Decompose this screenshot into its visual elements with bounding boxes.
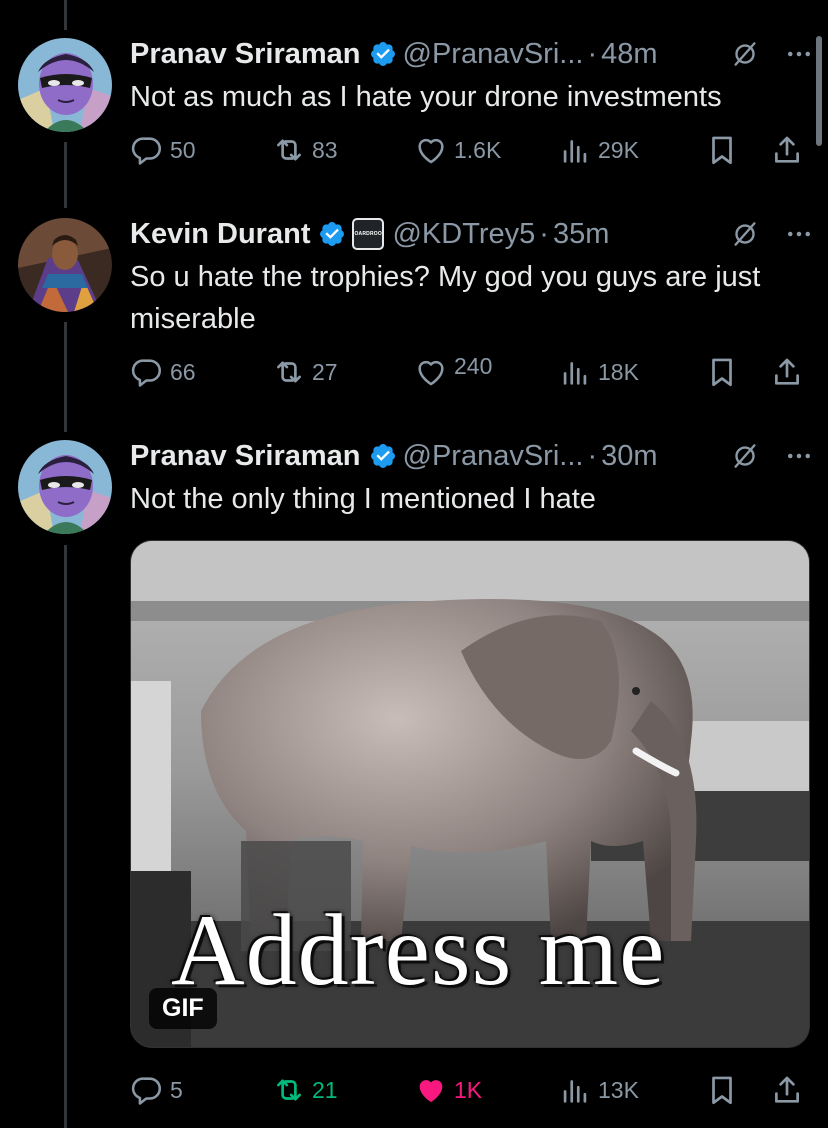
tweet-text: So u hate the trophies? My god you guys … — [130, 261, 761, 335]
reply-button[interactable]: 5 — [130, 1070, 183, 1110]
views-icon — [558, 1073, 592, 1107]
tweet-header: Pranav Sriraman @PranavSri... · 30m — [130, 436, 814, 476]
tweet-header: Pranav Sriraman @PranavSri... · 48m — [130, 34, 814, 74]
more-options-icon[interactable] — [784, 39, 814, 69]
reply-count: 50 — [170, 136, 196, 163]
reply-icon — [130, 1073, 164, 1107]
tweet-text: Not as much as I hate your drone investm… — [130, 81, 722, 113]
like-button[interactable]: 240 — [414, 352, 492, 392]
retweet-button[interactable]: 27 — [272, 352, 338, 392]
reply-count: 5 — [170, 1076, 183, 1103]
views-count: 13K — [598, 1076, 639, 1103]
action-bar: 5 21 1K 13K — [130, 1070, 814, 1110]
action-bar: 50 83 1.6K 29K — [130, 130, 814, 170]
author-name[interactable]: Pranav Sriraman — [130, 38, 361, 71]
tweet[interactable]: Pranav Sriraman @PranavSri... · 48m Not … — [0, 34, 828, 184]
share-button[interactable] — [770, 130, 804, 170]
gif-media[interactable]: Address me GIF — [130, 540, 810, 1048]
like-icon — [414, 355, 448, 389]
author-handle[interactable]: @PranavSri... — [403, 440, 584, 473]
share-button[interactable] — [770, 352, 804, 392]
like-button[interactable]: 1.6K — [414, 130, 501, 170]
share-icon — [770, 1073, 804, 1107]
tweet-text: Not the only thing I mentioned I hate — [130, 483, 596, 515]
retweet-button[interactable]: 83 — [272, 130, 338, 170]
verified-badge-icon — [369, 442, 397, 470]
share-icon — [770, 355, 804, 389]
views-count: 18K — [598, 358, 639, 385]
author-handle[interactable]: @PranavSri... — [403, 38, 584, 71]
reply-count: 66 — [170, 358, 196, 385]
avatar[interactable] — [18, 38, 112, 132]
like-count: 1.6K — [454, 136, 502, 163]
timestamp[interactable]: 48m — [601, 38, 657, 71]
scrollbar[interactable] — [816, 36, 822, 146]
grok-icon[interactable] — [730, 219, 760, 249]
verified-badge-icon — [318, 220, 346, 248]
separator-dot: · — [539, 217, 549, 250]
like-icon — [414, 133, 448, 167]
retweet-button[interactable]: 21 — [272, 1070, 338, 1110]
retweet-count: 21 — [312, 1076, 338, 1103]
bookmark-button[interactable] — [705, 1070, 739, 1110]
separator-dot: · — [587, 439, 598, 472]
retweet-count: 83 — [312, 136, 338, 163]
views-icon — [558, 355, 592, 389]
views-button[interactable]: 18K — [558, 352, 639, 392]
action-bar: 66 27 240 18K — [130, 352, 814, 392]
tweet[interactable]: Kevin Durant BOARDROOM @KDTrey5 · 35m So… — [0, 214, 828, 414]
reply-button[interactable]: 66 — [130, 352, 196, 392]
reply-button[interactable]: 50 — [130, 130, 196, 170]
retweet-icon — [272, 133, 306, 167]
bookmark-button[interactable] — [705, 130, 739, 170]
retweet-count: 27 — [312, 358, 338, 385]
bookmark-icon — [705, 133, 739, 167]
views-button[interactable]: 13K — [558, 1070, 639, 1110]
share-button[interactable] — [770, 1070, 804, 1110]
grok-icon[interactable] — [730, 39, 760, 69]
like-button[interactable]: 1K — [414, 1070, 482, 1110]
timestamp[interactable]: 35m — [553, 218, 609, 251]
like-count: 1K — [454, 1076, 483, 1103]
timestamp[interactable]: 30m — [601, 440, 657, 473]
verified-badge-icon — [369, 40, 397, 68]
views-count: 29K — [598, 136, 639, 163]
author-name[interactable]: Pranav Sriraman — [130, 440, 361, 473]
separator-dot: · — [587, 37, 598, 70]
retweet-icon — [272, 355, 306, 389]
avatar[interactable] — [18, 440, 112, 534]
more-options-icon[interactable] — [784, 219, 814, 249]
affiliate-badge[interactable]: BOARDROOM — [352, 218, 385, 250]
gif-badge: GIF — [149, 988, 217, 1029]
views-button[interactable]: 29K — [558, 130, 639, 170]
gif-caption: Address me — [171, 894, 666, 1007]
bookmark-icon — [705, 1073, 739, 1107]
share-icon — [770, 133, 804, 167]
tweet-header: Kevin Durant BOARDROOM @KDTrey5 · 35m — [130, 214, 814, 254]
like-count: 240 — [454, 352, 493, 379]
thread-line-top — [64, 0, 67, 30]
more-options-icon[interactable] — [784, 441, 814, 471]
views-icon — [558, 133, 592, 167]
reply-icon — [130, 133, 164, 167]
reply-icon — [130, 355, 164, 389]
author-name[interactable]: Kevin Durant — [130, 218, 310, 251]
tweet[interactable]: Pranav Sriraman @PranavSri... · 30m Not … — [0, 436, 828, 1128]
retweet-icon — [272, 1073, 306, 1107]
author-handle[interactable]: @KDTrey5 — [392, 218, 535, 251]
grok-icon[interactable] — [730, 441, 760, 471]
avatar[interactable] — [18, 218, 112, 312]
bookmark-icon — [705, 355, 739, 389]
like-filled-icon — [414, 1073, 448, 1107]
bookmark-button[interactable] — [705, 352, 739, 392]
